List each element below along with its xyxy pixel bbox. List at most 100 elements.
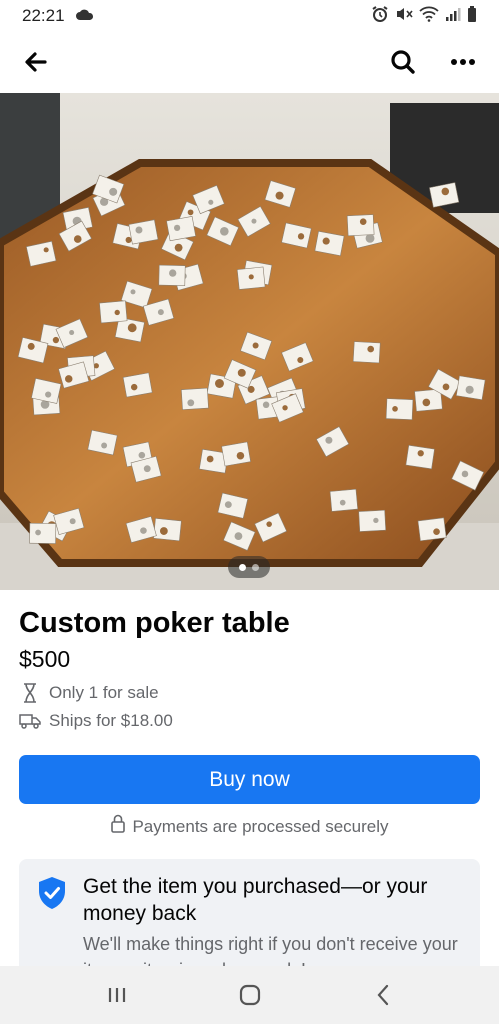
secure-text: Payments are processed securely: [132, 816, 389, 836]
back-arrow-icon[interactable]: [20, 46, 52, 78]
lock-icon: [110, 814, 126, 839]
coin: [433, 528, 440, 536]
coin: [275, 191, 284, 200]
coin: [138, 451, 146, 459]
status-indicators: [371, 5, 477, 27]
coin: [114, 309, 120, 316]
coin: [101, 442, 108, 449]
coin: [237, 368, 246, 377]
secure-payments-note: Payments are processed securely: [19, 814, 480, 839]
playing-card: [128, 219, 159, 245]
coin: [52, 336, 60, 344]
coin: [69, 518, 76, 525]
listing-photo[interactable]: [0, 93, 499, 590]
playing-card: [29, 522, 57, 544]
playing-card: [314, 230, 345, 257]
listing-price: $500: [19, 646, 71, 672]
mute-icon: [395, 6, 413, 27]
status-bar: 22:21: [0, 0, 499, 32]
coin: [130, 383, 138, 391]
playing-card: [385, 398, 414, 420]
playing-card: [346, 214, 375, 237]
coin: [441, 187, 450, 196]
system-nav-bar: [0, 966, 499, 1024]
coin: [143, 465, 151, 473]
alarm-icon: [371, 5, 389, 27]
cloud-icon: [75, 6, 95, 26]
listing-title: Custom poker table: [19, 607, 290, 639]
home-icon[interactable]: [220, 975, 280, 1015]
coin: [248, 274, 254, 280]
coin: [236, 451, 245, 460]
coin: [224, 501, 232, 509]
back-icon[interactable]: [353, 975, 413, 1015]
battery-icon: [467, 5, 477, 27]
coin: [365, 233, 375, 243]
carousel-dot-active: [239, 563, 246, 571]
coin: [206, 455, 214, 463]
shipping-text: Ships for $18.00: [49, 711, 173, 730]
coin: [173, 224, 181, 231]
protection-title: Get the item you purchased—or your money…: [83, 875, 428, 925]
coin: [187, 399, 195, 407]
coin: [43, 247, 49, 253]
coin: [373, 517, 379, 524]
carousel-dot: [252, 563, 259, 571]
coin: [157, 309, 164, 316]
coin: [174, 243, 183, 252]
coin: [297, 233, 305, 240]
status-time: 22:21: [22, 6, 65, 25]
coin: [367, 345, 375, 353]
coin: [45, 391, 52, 398]
shipping-row: Ships for $18.00: [19, 710, 480, 732]
listing-details: Custom poker table $500 Only 1 for sale …: [0, 590, 499, 989]
playing-card: [166, 216, 197, 242]
coin: [73, 235, 82, 243]
coin: [465, 385, 474, 394]
coin: [266, 521, 272, 527]
search-icon[interactable]: [387, 46, 419, 78]
top-nav: [0, 32, 499, 92]
coin: [422, 398, 431, 407]
coin: [35, 529, 41, 536]
coin: [64, 375, 73, 383]
playing-card: [405, 444, 435, 470]
playing-card: [122, 372, 153, 398]
coin: [208, 199, 214, 205]
coin: [130, 289, 136, 295]
coin: [169, 269, 177, 277]
coin: [234, 532, 243, 541]
coin: [392, 406, 398, 412]
coin: [282, 405, 288, 411]
coin: [135, 226, 143, 234]
coin: [187, 209, 194, 216]
playing-card: [358, 509, 387, 532]
coin: [214, 379, 224, 388]
coin: [297, 357, 304, 364]
coin: [251, 218, 257, 224]
more-options-icon[interactable]: [447, 46, 479, 78]
recent-apps-icon[interactable]: [87, 975, 147, 1015]
coin: [125, 236, 132, 244]
coin: [109, 187, 118, 196]
coin: [417, 450, 424, 457]
coin: [140, 527, 147, 534]
coin: [69, 330, 75, 336]
signal-icon: [445, 6, 461, 26]
coin: [359, 218, 367, 225]
coin: [252, 342, 259, 349]
wifi-icon: [419, 6, 439, 27]
coin: [339, 499, 346, 506]
coin: [262, 401, 270, 409]
coin: [127, 323, 137, 333]
coin: [159, 527, 168, 535]
playing-card: [180, 387, 209, 410]
coin: [220, 226, 229, 236]
playing-card: [417, 517, 447, 542]
playing-card: [352, 341, 381, 364]
coin: [461, 470, 469, 478]
coin: [27, 342, 35, 350]
quantity-row: Only 1 for sale: [19, 682, 480, 704]
truck-icon: [19, 713, 41, 729]
buy-now-button[interactable]: Buy now: [19, 755, 480, 804]
